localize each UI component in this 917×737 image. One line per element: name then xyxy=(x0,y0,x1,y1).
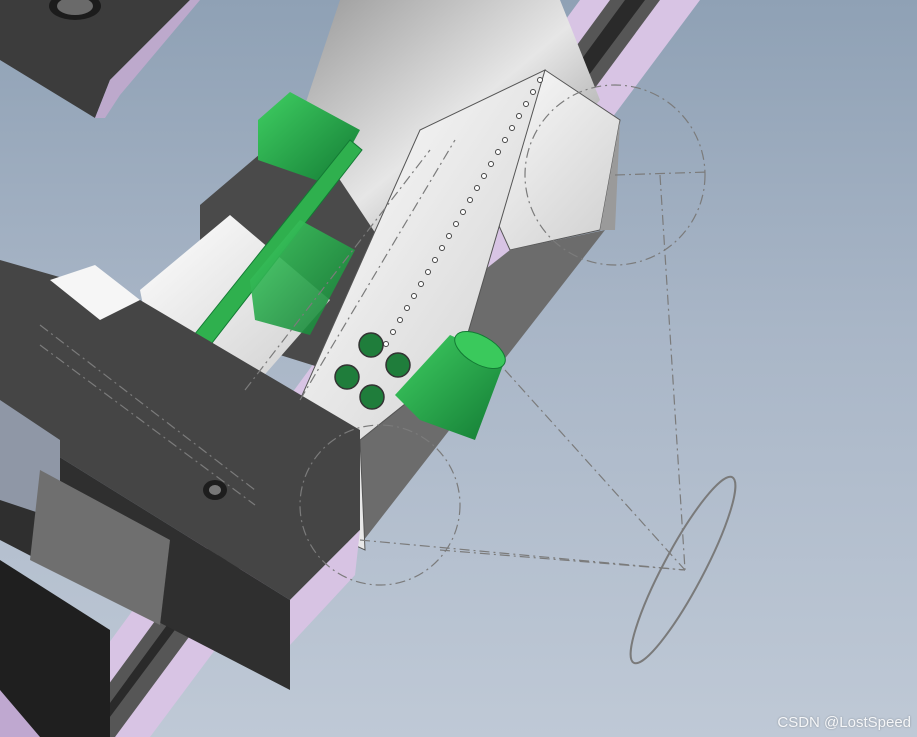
watermark-label: CSDN @LostSpeed xyxy=(777,714,911,731)
cad-model-canvas[interactable] xyxy=(0,0,917,737)
cad-3d-viewport[interactable]: CSDN @LostSpeed xyxy=(0,0,917,737)
top-left-plate[interactable] xyxy=(0,0,200,118)
